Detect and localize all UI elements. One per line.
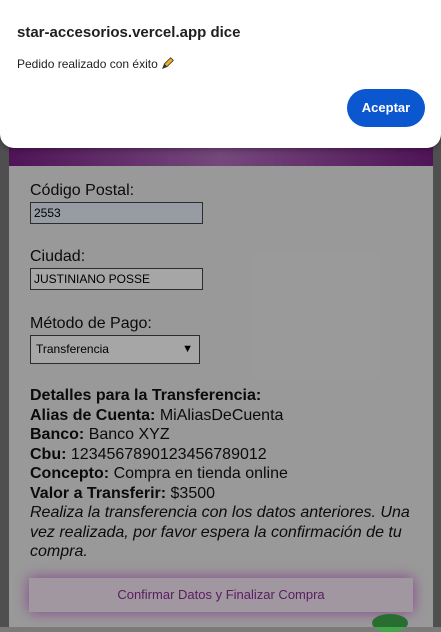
accept-button[interactable]: Aceptar: [347, 89, 425, 127]
dialog-message-text: Pedido realizado con éxito: [17, 57, 158, 71]
dialog-message: Pedido realizado con éxito: [17, 56, 175, 71]
pencil-icon: [162, 57, 174, 70]
dialog-title: star-accesorios.vercel.app dice: [17, 24, 241, 41]
alert-dialog: star-accesorios.vercel.app dice Pedido r…: [0, 0, 441, 148]
